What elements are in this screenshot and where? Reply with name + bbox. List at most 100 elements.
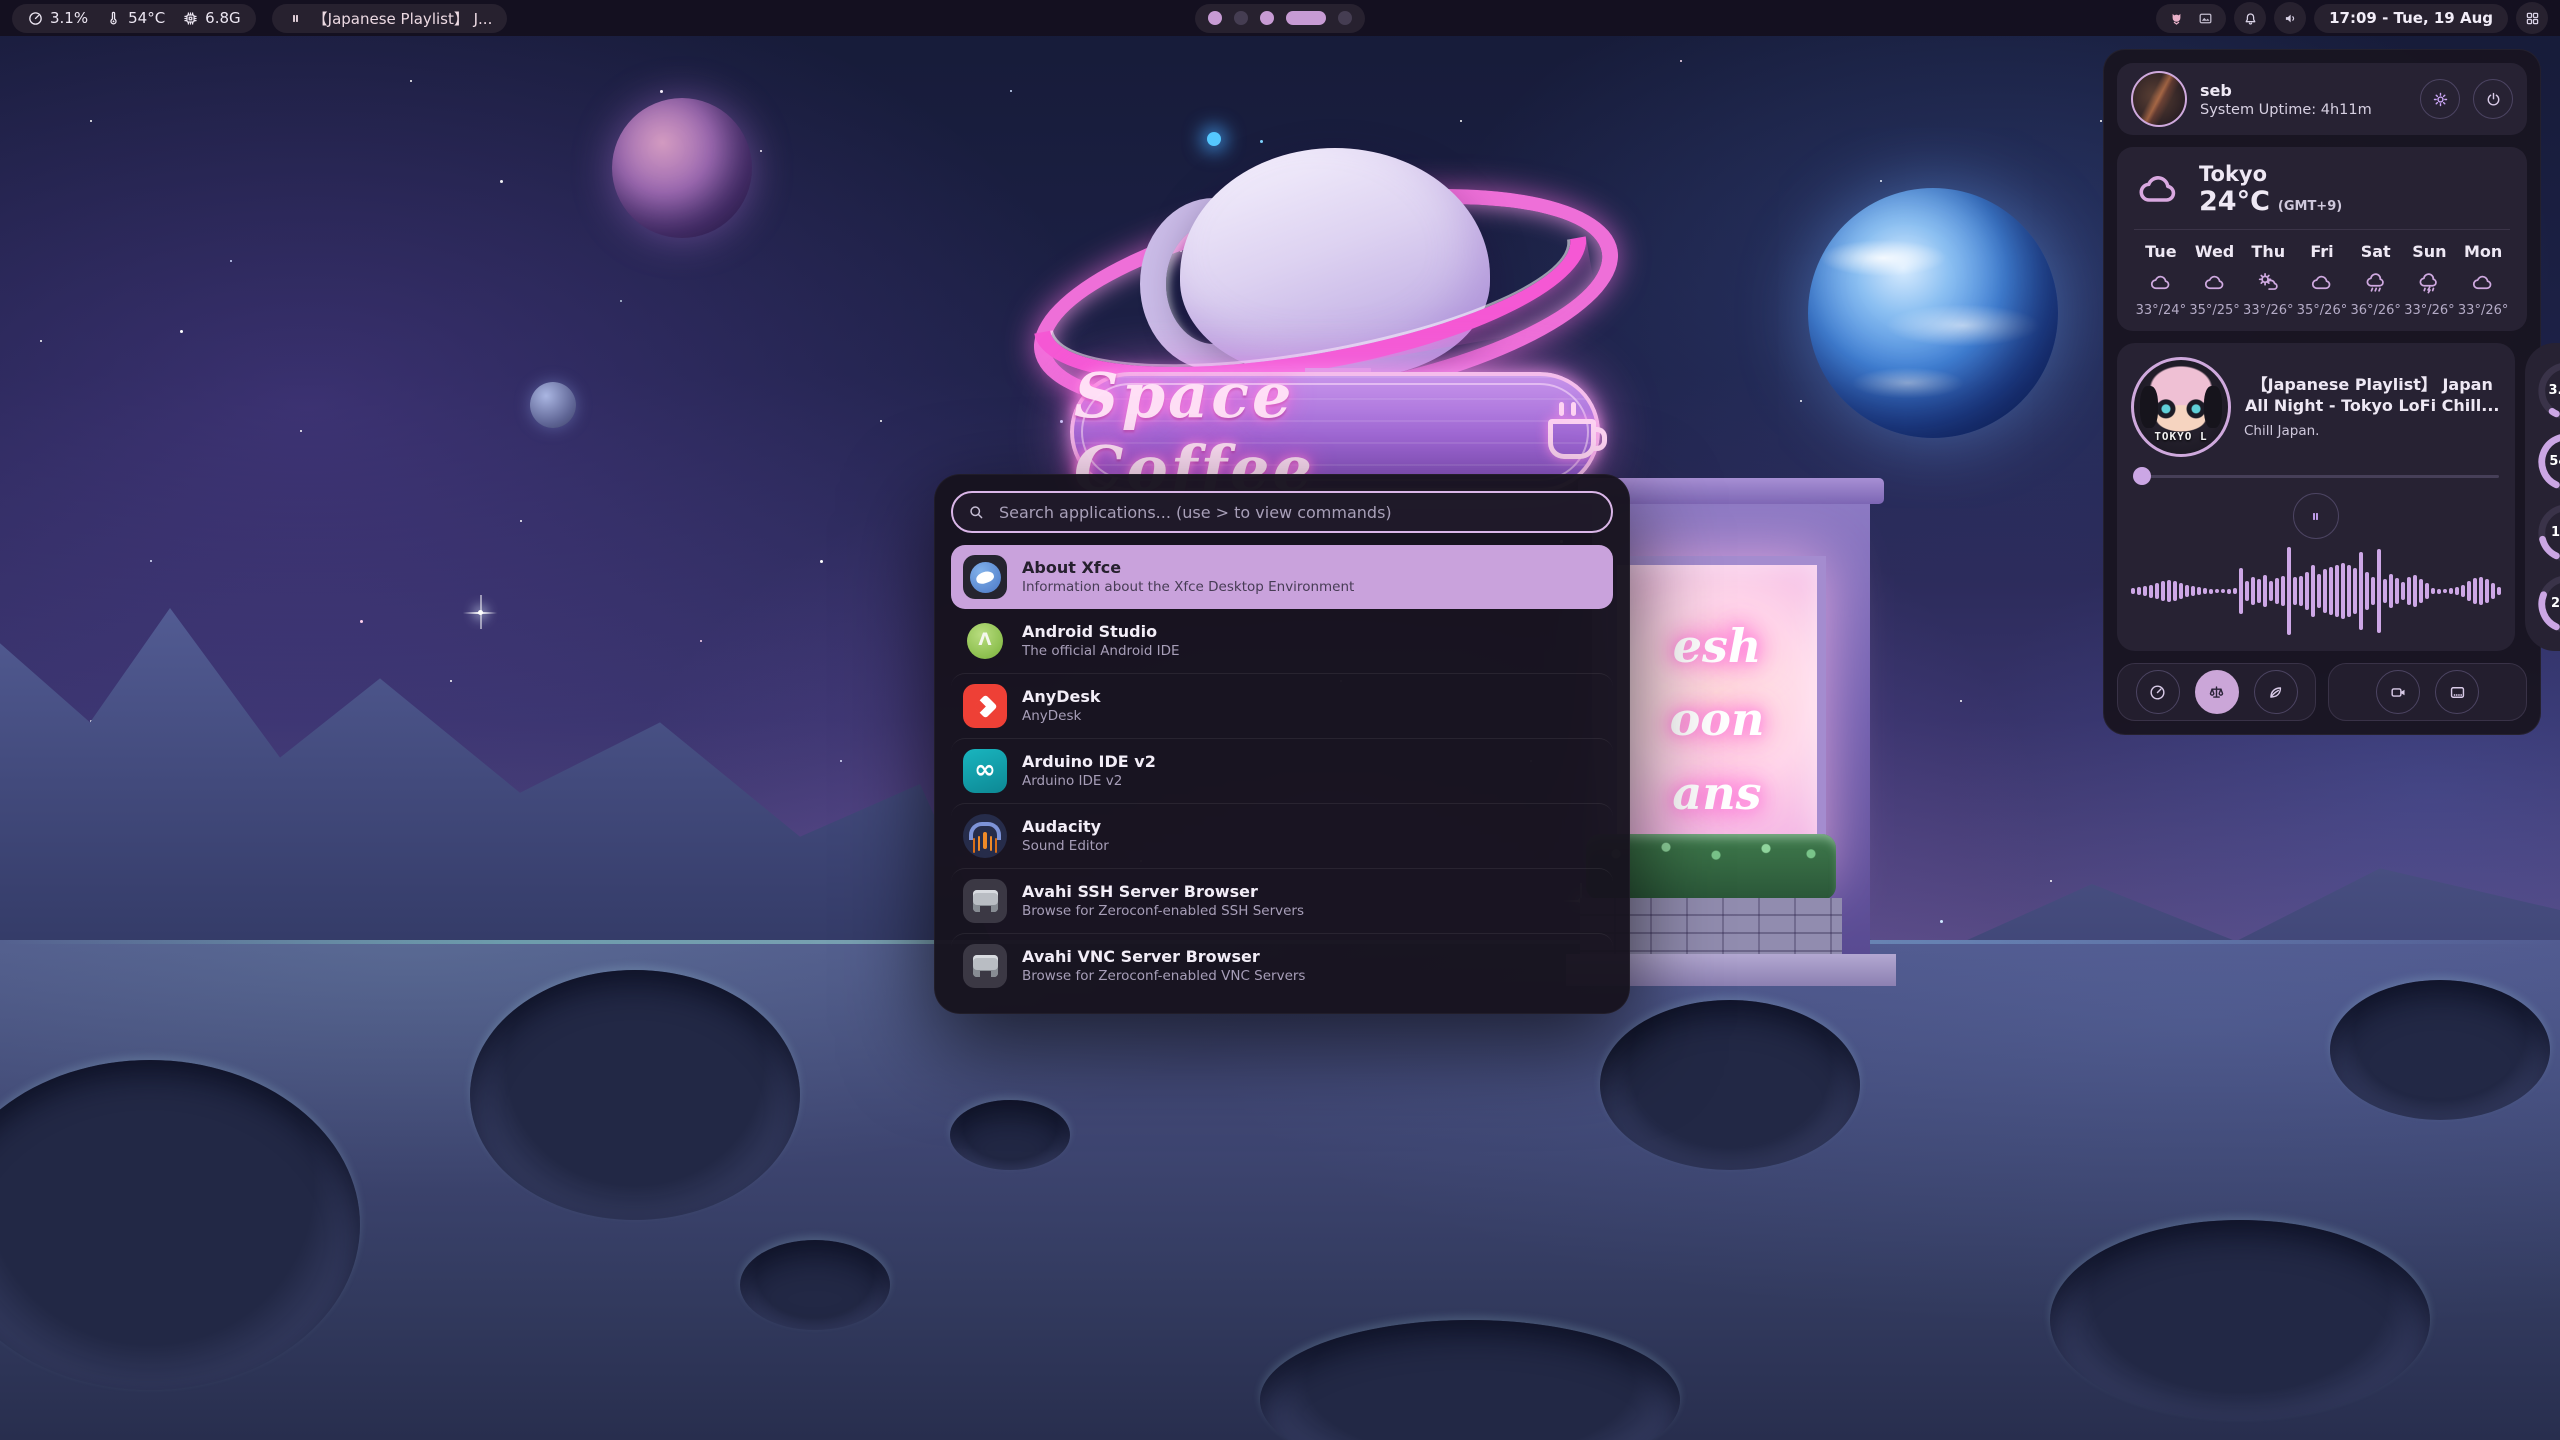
forecast-thu: Thu 33°/26° bbox=[2241, 242, 2295, 318]
waveform-bar bbox=[2197, 587, 2201, 595]
gauge-chip: 14% bbox=[2535, 501, 2560, 565]
forecast-wed: Wed 35°/25° bbox=[2188, 242, 2242, 318]
app-description: Information about the Xfce Desktop Envir… bbox=[1022, 579, 1354, 597]
waveform-bar bbox=[2389, 574, 2393, 608]
waveform-bar bbox=[2359, 552, 2363, 630]
waveform-bar bbox=[2407, 577, 2411, 605]
chip-icon bbox=[182, 10, 199, 27]
control-panel: seb System Uptime: 4h11m Tokyo 24°C (GMT… bbox=[2103, 49, 2541, 735]
waveform-bar bbox=[2419, 579, 2423, 603]
waveform-bar bbox=[2263, 575, 2267, 607]
avahi-app-icon bbox=[963, 879, 1007, 923]
weather-timezone: (GMT+9) bbox=[2278, 199, 2342, 214]
storm-icon bbox=[2416, 270, 2442, 296]
app-title: Avahi SSH Server Browser bbox=[1022, 881, 1304, 903]
capture-card bbox=[2328, 663, 2527, 721]
workspace-dot-5[interactable] bbox=[1338, 11, 1352, 25]
workspace-dot-4[interactable] bbox=[1286, 11, 1326, 25]
shop-window-text: eshoonans bbox=[1670, 610, 1765, 831]
media-player-card: TOKYO L 【Japanese Playlist】 Japan All Ni… bbox=[2117, 343, 2515, 651]
screenshot-button[interactable] bbox=[2435, 670, 2479, 714]
notifications-button[interactable] bbox=[2234, 2, 2266, 34]
workspace-dot-1[interactable] bbox=[1208, 11, 1222, 25]
volume-button[interactable] bbox=[2274, 2, 2306, 34]
search-input[interactable] bbox=[951, 491, 1613, 533]
power-button[interactable] bbox=[2473, 79, 2513, 119]
waveform-bar bbox=[2449, 588, 2453, 594]
workspace-dot-3[interactable] bbox=[1260, 11, 1274, 25]
media-pill[interactable]: 【Japanese Playlist】 J... bbox=[272, 4, 508, 33]
waveform-bar bbox=[2281, 576, 2285, 606]
waveform-bar bbox=[2227, 589, 2231, 594]
grid-icon bbox=[2524, 10, 2541, 27]
crater bbox=[950, 1100, 1070, 1170]
suncloud-icon bbox=[2255, 270, 2281, 296]
app-item-android-studio[interactable]: Android Studio The official Android IDE bbox=[951, 609, 1613, 673]
xfce-app-icon bbox=[963, 555, 1007, 599]
app-description: AnyDesk bbox=[1022, 708, 1101, 726]
tray-cat-icon[interactable] bbox=[2168, 10, 2185, 27]
waveform-bar bbox=[2467, 581, 2471, 601]
power-saver-button[interactable] bbox=[2254, 670, 2298, 714]
app-item-avahi-vnc-server-browser[interactable]: Avahi VNC Server Browser Browse for Zero… bbox=[951, 933, 1613, 998]
waveform-bar bbox=[2401, 582, 2405, 600]
app-description: Browse for Zeroconf-enabled SSH Servers bbox=[1022, 903, 1304, 921]
settings-button[interactable] bbox=[2420, 79, 2460, 119]
system-tray[interactable] bbox=[2156, 4, 2226, 33]
crater bbox=[2330, 980, 2550, 1120]
performance-button[interactable] bbox=[2136, 670, 2180, 714]
screen-record-button[interactable] bbox=[2376, 670, 2420, 714]
audio-visualizer bbox=[2131, 545, 2501, 637]
crater bbox=[740, 1240, 890, 1330]
waveform-bar bbox=[2299, 576, 2303, 606]
leaf-icon bbox=[2266, 683, 2285, 702]
album-art[interactable]: TOKYO L bbox=[2131, 357, 2231, 457]
slider-handle[interactable] bbox=[2133, 467, 2151, 485]
saturn-coffee-cup bbox=[1020, 110, 1620, 400]
user-name: seb bbox=[2200, 81, 2407, 100]
tray-screenshot-icon[interactable] bbox=[2197, 10, 2214, 27]
crater bbox=[0, 1060, 360, 1390]
rain-icon bbox=[2363, 270, 2389, 296]
app-item-arduino-ide-v2[interactable]: Arduino IDE v2 Arduino IDE v2 bbox=[951, 738, 1613, 803]
system-stats-pill[interactable]: 3.1%54°C6.8G bbox=[12, 4, 256, 33]
balanced-button[interactable] bbox=[2195, 670, 2239, 714]
app-item-audacity[interactable]: Audacity Sound Editor bbox=[951, 803, 1613, 868]
waveform-bar bbox=[2317, 574, 2321, 608]
app-item-about-xfce[interactable]: About Xfce Information about the Xfce De… bbox=[951, 545, 1613, 609]
overview-button[interactable] bbox=[2516, 2, 2548, 34]
crater bbox=[2050, 1220, 2430, 1420]
crater bbox=[1260, 1320, 1680, 1440]
waveform-bar bbox=[2311, 565, 2315, 617]
forecast-tue: Tue 33°/24° bbox=[2134, 242, 2188, 318]
earth-planet bbox=[1808, 188, 2058, 438]
divider bbox=[2134, 229, 2510, 230]
gauge-icon bbox=[2148, 683, 2167, 702]
gauge-ram: 24% bbox=[2535, 572, 2560, 636]
gear-icon bbox=[2431, 90, 2450, 109]
waveform-bar bbox=[2479, 577, 2483, 605]
waveform-bar bbox=[2143, 586, 2147, 596]
gauge-gauge: 3.1% bbox=[2535, 359, 2560, 423]
app-description: Arduino IDE v2 bbox=[1022, 773, 1156, 791]
user-card: seb System Uptime: 4h11m bbox=[2117, 63, 2527, 135]
waveform-bar bbox=[2377, 549, 2381, 633]
waveform-bar bbox=[2473, 578, 2477, 604]
weather-card: Tokyo 24°C (GMT+9) Tue 33°/24° Wed 35°/2… bbox=[2117, 147, 2527, 331]
crater bbox=[1600, 1000, 1860, 1170]
app-list: About Xfce Information about the Xfce De… bbox=[951, 545, 1613, 998]
pause-icon bbox=[287, 10, 304, 27]
weekly-forecast: Tue 33°/24° Wed 35°/25° Thu 33°/26° Fri … bbox=[2134, 242, 2510, 318]
workspace-switcher bbox=[1195, 4, 1365, 33]
waveform-bar bbox=[2293, 577, 2297, 605]
waveform-bar bbox=[2215, 589, 2219, 593]
play-pause-button[interactable] bbox=[2293, 493, 2339, 539]
app-item-anydesk[interactable]: AnyDesk AnyDesk bbox=[951, 673, 1613, 738]
waveform-bar bbox=[2365, 572, 2369, 610]
moon-surface bbox=[0, 940, 2560, 1440]
clock[interactable]: 17:09 - Tue, 19 Aug bbox=[2314, 4, 2508, 33]
app-item-avahi-ssh-server-browser[interactable]: Avahi SSH Server Browser Browse for Zero… bbox=[951, 868, 1613, 933]
workspace-dot-2[interactable] bbox=[1234, 11, 1248, 25]
avahi-app-icon bbox=[963, 944, 1007, 988]
progress-slider[interactable] bbox=[2131, 467, 2501, 485]
